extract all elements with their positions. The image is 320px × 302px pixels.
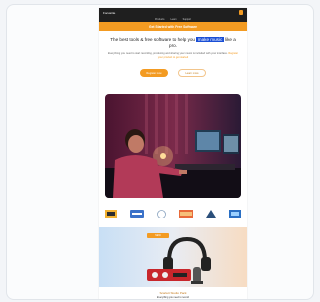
brand-logo: Focusrite [103, 10, 116, 15]
promo-subtitle: Everything you need to record [157, 296, 189, 299]
hero-headline: The best tools & free software to help y… [110, 37, 236, 48]
ableton-logo-icon [105, 210, 118, 218]
blue-logo-icon [228, 210, 241, 218]
plugin-logo-icon [130, 210, 145, 218]
hero-studio-photo [105, 94, 241, 198]
promo-banner[interactable]: Get Started with Free Software [99, 22, 247, 31]
headline-highlight: make music [196, 37, 224, 42]
account-icon[interactable] [239, 10, 243, 15]
studio-pack-product-image [147, 236, 211, 284]
circle-logo-icon [157, 210, 166, 218]
learn-more-button[interactable]: Learn more [178, 69, 206, 77]
nav-item-support[interactable]: Support [183, 18, 191, 21]
hero-section: The best tools & free software to help y… [99, 31, 247, 77]
hero-cta-group: Register now Learn more [107, 69, 239, 77]
brand-logo-icon [178, 210, 193, 218]
email-header-bar: Focusrite [99, 8, 247, 17]
promo-caption: Scarlett Studio Pack Everything you need… [99, 287, 247, 299]
product-promo[interactable]: NEW Scarlett Studio Pack Everything you … [99, 227, 247, 299]
email-preview-card: Focusrite Products Learn Support Get Sta… [6, 4, 314, 300]
email-preview[interactable]: Focusrite Products Learn Support Get Sta… [99, 8, 247, 299]
nav-item-products[interactable]: Products [155, 18, 164, 21]
promo-title: Scarlett Studio Pack [159, 291, 187, 295]
nav-item-learn[interactable]: Learn [170, 18, 176, 21]
register-button[interactable]: Register now [140, 69, 168, 77]
partner-logos [99, 204, 247, 224]
hero-body: Everything you need to start recording, … [107, 52, 239, 59]
triangle-logo-icon [205, 210, 216, 218]
